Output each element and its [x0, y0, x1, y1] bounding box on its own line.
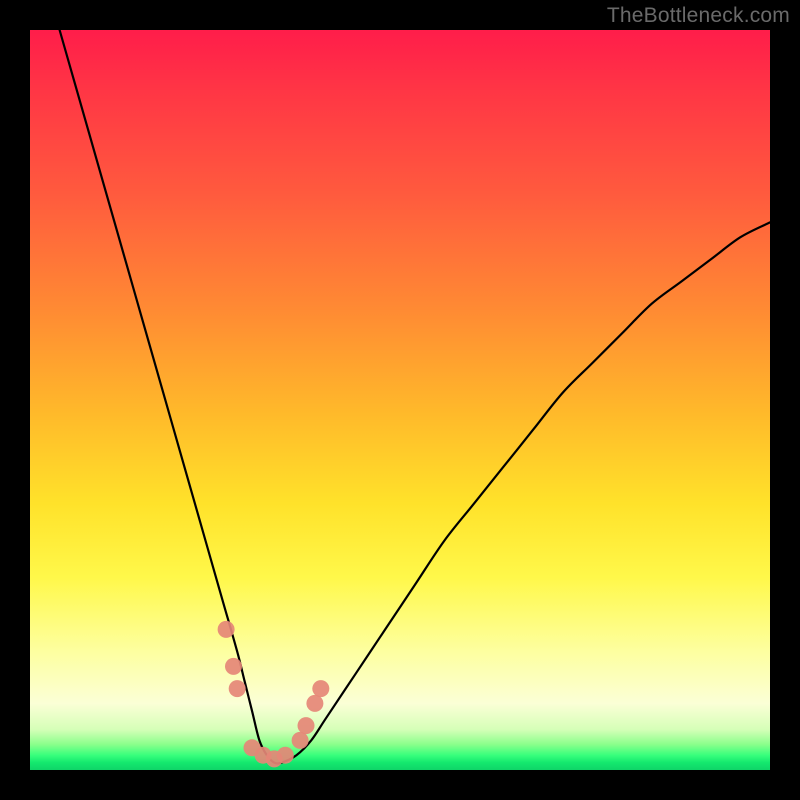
- curve-marker: [218, 621, 235, 638]
- watermark-text: TheBottleneck.com: [607, 4, 790, 28]
- curve-marker: [277, 747, 294, 764]
- curve-marker: [292, 732, 309, 749]
- curve-svg: [30, 30, 770, 770]
- curve-marker: [229, 680, 246, 697]
- bottleneck-curve-path: [60, 30, 770, 764]
- curve-marker: [225, 658, 242, 675]
- chart-frame: TheBottleneck.com: [0, 0, 800, 800]
- curve-marker: [298, 717, 315, 734]
- curve-marker: [312, 680, 329, 697]
- plot-area: [30, 30, 770, 770]
- curve-marker: [306, 695, 323, 712]
